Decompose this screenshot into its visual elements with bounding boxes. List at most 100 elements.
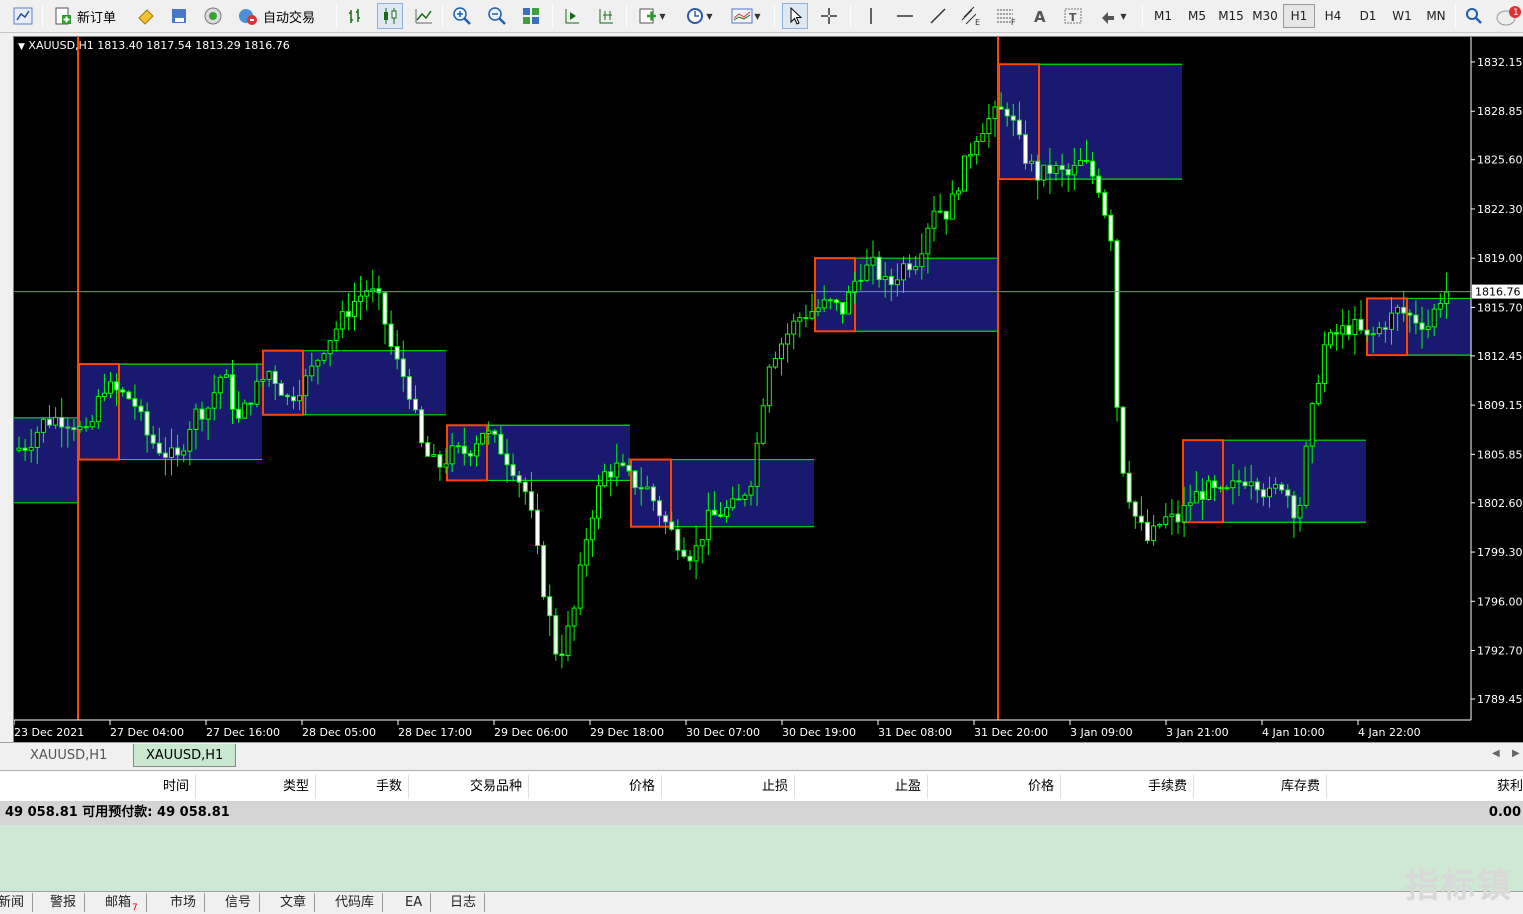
vertical-line-icon[interactable] [858,3,884,29]
timeframe-m5[interactable]: M5 [1181,4,1213,28]
balance-row[interactable]: 49 058.81 可用预付款: 49 058.81 0.00 [0,801,1523,825]
tile-windows-icon[interactable] [518,3,544,29]
price-tick-label: 1802.60 [1477,497,1523,510]
chart-tab-2[interactable]: XAUUSD,H1 [133,744,237,767]
col-take-profit[interactable]: 止盈 [795,775,928,799]
chart-tab-1[interactable]: XAUUSD,H1 [18,744,119,767]
tab-alerts[interactable]: 警报 [50,893,86,912]
indicators-button[interactable]: ▼ [634,3,670,29]
strategy-tester-icon[interactable] [166,3,192,29]
collapse-triangle-icon[interactable]: ▼ [18,42,25,52]
col-profit[interactable]: 获利 [1327,775,1523,799]
search-icon[interactable] [1461,3,1487,29]
col-symbol[interactable]: 交易品种 [409,775,529,799]
tab-market[interactable]: 市场 [170,893,206,912]
candle-body [1334,332,1340,335]
tab-news[interactable]: 新闻 [0,893,34,912]
text-label-icon[interactable]: T [1060,3,1086,29]
tab-signals[interactable]: 信号 [225,893,261,912]
tab-scroll-right-icon[interactable]: ▶ [1512,748,1520,759]
fibonacci-icon[interactable]: F [993,3,1019,29]
time-tick-label: 28 Dec 05:00 [302,726,376,739]
autoscroll-icon[interactable] [593,3,619,29]
col-price-current[interactable]: 价格 [928,775,1061,799]
crosshair-icon[interactable] [816,3,842,29]
charts-icon[interactable] [10,3,36,29]
candle-body [1370,333,1376,336]
timeframe-m30[interactable]: M30 [1249,4,1281,28]
auto-trading-button[interactable]: 自动交易 [234,3,318,29]
tab-articles[interactable]: 文章 [280,893,316,912]
price-chart[interactable]: 1832.15 1828.85 1825.60 1822.30 1819.00 1815.… [14,37,1523,742]
chart-symbol-info: XAUUSD,H1 1813.40 1817.54 1813.29 1816.7… [28,39,290,52]
candle-body [181,450,187,456]
candle-body [724,507,730,517]
horizontal-line-icon[interactable] [892,3,918,29]
candle-body [278,383,284,396]
signals-icon[interactable] [200,3,226,29]
timeframe-d1[interactable]: D1 [1352,4,1384,28]
candle-body [1114,240,1120,408]
chart-header: ▼ XAUUSD,H1 1813.40 1817.54 1813.29 1816… [18,39,290,52]
tab-scroll-left-icon[interactable]: ◀ [1492,748,1500,759]
candle-body [59,416,65,428]
zoom-in-icon[interactable] [449,3,475,29]
candle-body [760,405,766,444]
arrows-button[interactable]: ▼ [1094,3,1132,29]
candle-body [1059,164,1065,171]
timeframe-m1[interactable]: M1 [1147,4,1179,28]
candle-body [1169,513,1175,518]
col-stop-loss[interactable]: 止损 [662,775,795,799]
candle-body [1181,505,1187,523]
equidistant-channel-icon[interactable]: E [958,3,984,29]
metaeditor-icon[interactable] [133,3,159,29]
col-type[interactable]: 类型 [196,775,316,799]
candle-body [1193,491,1199,504]
cursor-icon[interactable] [782,3,808,29]
chart-shift-icon[interactable] [559,3,585,29]
timeframe-m15[interactable]: M15 [1215,4,1247,28]
chart-window[interactable]: 1832.15 1828.85 1825.60 1822.30 1819.00 1815.… [13,36,1523,742]
clock-icon [687,8,704,24]
col-swap[interactable]: 库存费 [1194,775,1327,799]
tab-code-base[interactable]: 代码库 [335,893,384,912]
bar-chart-icon[interactable] [343,3,369,29]
col-commission[interactable]: 手续费 [1061,775,1194,799]
price-tick-label: 1805.85 [1477,448,1523,461]
auto-trading-icon [239,9,257,25]
watermark-logo: 指标镇 [1405,866,1513,906]
candle-body [352,300,357,318]
candle-body [675,528,681,551]
candle-body [571,607,577,627]
text-tool-icon[interactable]: A [1027,3,1053,29]
current-price-label: 1816.76 [1475,286,1521,299]
candle-body [937,210,943,213]
candle-body [1035,160,1041,181]
timeframe-h1[interactable]: H1 [1283,4,1315,28]
col-volume[interactable]: 手数 [316,775,409,799]
candlestick-icon[interactable] [377,3,403,29]
candle-body [858,279,864,282]
line-chart-icon[interactable] [411,3,437,29]
price-tick-label: 1792.70 [1477,645,1523,658]
timeframe-mn[interactable]: MN [1420,4,1452,28]
new-order-button[interactable]: 新订单 [50,3,119,29]
trendline-icon[interactable] [925,3,951,29]
trade-list-area[interactable] [0,825,1523,892]
tab-journal[interactable]: 日志 [450,893,486,912]
col-time[interactable]: 时间 [0,775,196,799]
candle-body [577,564,583,609]
candle-body [1248,481,1254,487]
candle-body [211,392,217,409]
candle-body [474,443,479,457]
periods-button[interactable]: ▼ [680,3,718,29]
col-price[interactable]: 价格 [529,775,662,799]
templates-button[interactable]: ▼ [727,3,765,29]
zoom-out-icon[interactable] [484,3,510,29]
candle-body [894,279,900,286]
timeframe-h4[interactable]: H4 [1317,4,1349,28]
tab-experts[interactable]: EA [405,893,432,912]
notifications-button[interactable]: 1 [1494,3,1522,29]
timeframe-w1[interactable]: W1 [1386,4,1418,28]
tab-mailbox[interactable]: 邮箱7 [105,893,147,913]
